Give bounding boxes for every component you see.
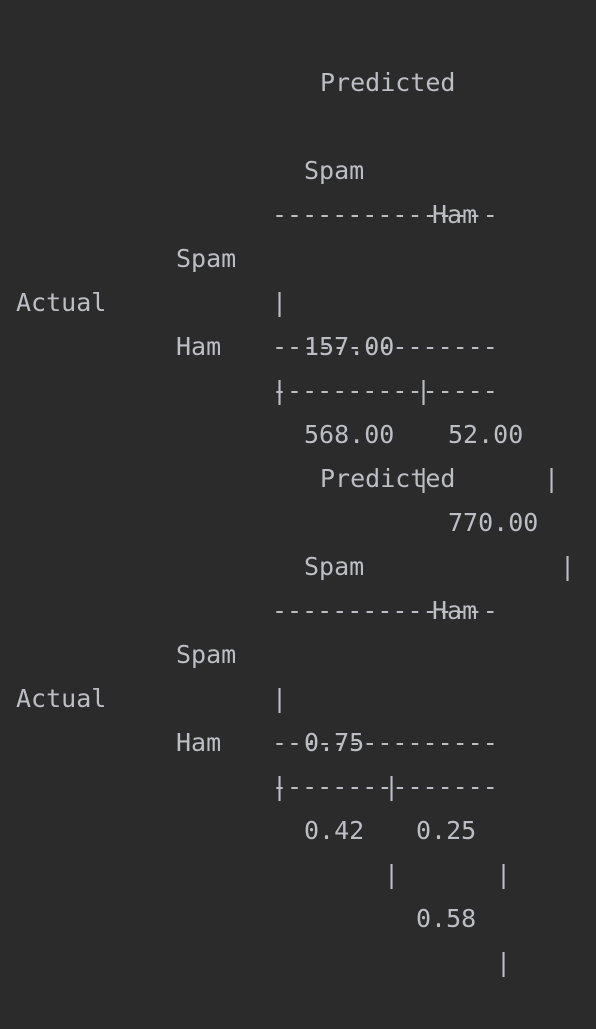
- column-headers-2: Spam Ham: [0, 501, 477, 625]
- matrix-row-ham-2: Ham | 0.42 | 0.58 |: [0, 677, 511, 977]
- matrix-row-spam-1: Spam | 157.00 | 52.00 |: [0, 193, 559, 493]
- cell-ham-spam: 568.00: [304, 420, 395, 449]
- column-header-spam: Spam: [304, 156, 365, 185]
- column-header-spam: Spam: [304, 552, 365, 581]
- matrix-row-spam-2: Spam | 0.75 | 0.25 |: [0, 589, 511, 889]
- row-label-spam: Spam: [176, 640, 237, 669]
- separator: ---------------: [272, 728, 498, 757]
- actual-row-2: Actual ---------------: [0, 633, 498, 757]
- cell-ham-spam: 0.42: [304, 816, 365, 845]
- row-label-ham: Ham: [176, 332, 222, 361]
- predicted-label: Predicted: [320, 68, 456, 97]
- separator: ---------------: [272, 376, 498, 405]
- separator: ---------------: [272, 332, 498, 361]
- cell-ham-ham: 770.00: [448, 508, 539, 537]
- matrix-row-ham-1: Ham | 568.00 | 770.00 |: [0, 281, 575, 581]
- cell-spam-ham: 52.00: [448, 420, 524, 449]
- predicted-header-2: Predicted: [0, 413, 455, 493]
- separator: ---------------: [272, 596, 498, 625]
- cell-ham-ham: 0.58: [416, 904, 477, 933]
- row-label-ham: Ham: [176, 728, 222, 757]
- predicted-header-1: Predicted: [0, 17, 455, 97]
- actual-row-1: Actual ---------------: [0, 237, 498, 361]
- row-label-spam: Spam: [176, 244, 237, 273]
- console-output: Predicted Spam Ham --------------- Spam …: [0, 0, 596, 977]
- separator: ---------------: [272, 200, 498, 229]
- cell-spam-ham: 0.25: [416, 816, 477, 845]
- separator: ---------------: [272, 772, 498, 801]
- predicted-label: Predicted: [320, 464, 456, 493]
- column-headers-1: Spam Ham: [0, 105, 477, 229]
